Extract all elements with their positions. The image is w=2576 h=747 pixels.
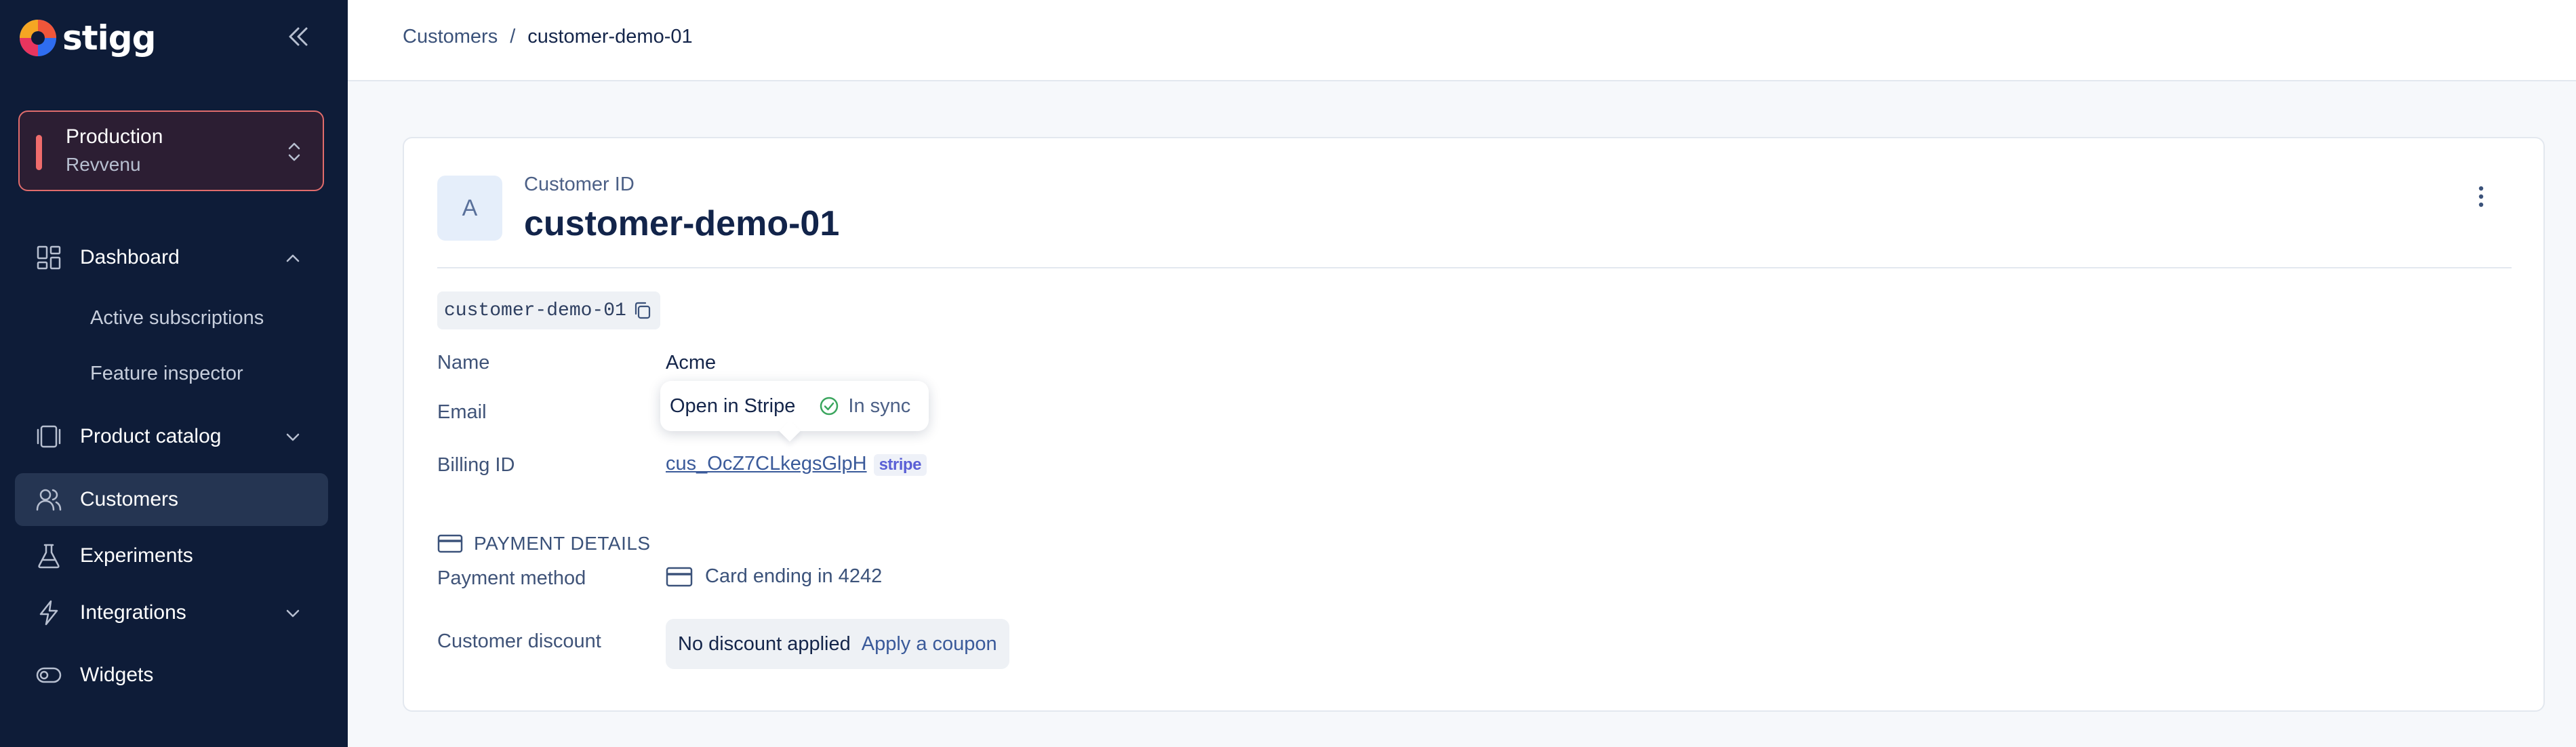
sidebar-item-label: Integrations: [80, 601, 186, 624]
sidebar-item-product-catalog[interactable]: Product catalog: [15, 410, 328, 463]
brand-logo[interactable]: stigg: [18, 18, 156, 58]
more-options-icon[interactable]: [2473, 182, 2489, 211]
sidebar-item-dashboard[interactable]: Dashboard: [15, 231, 328, 284]
customer-card: A Customer ID customer-demo-01 customer-…: [403, 137, 2545, 712]
customer-id-chip: customer-demo-01: [437, 291, 660, 329]
customer-discount-chip: No discount applied Apply a coupon: [666, 619, 1009, 669]
customers-icon: [36, 489, 62, 511]
sidebar-item-label: Dashboard: [80, 246, 180, 268]
collapse-sidebar-icon[interactable]: [283, 24, 313, 49]
sidebar-item-label: Widgets: [80, 664, 154, 686]
sync-status: In sync: [848, 395, 911, 417]
dashboard-icon: [37, 245, 61, 270]
sidebar-item-experiments[interactable]: Experiments: [15, 529, 328, 582]
billing-id-label: Billing ID: [437, 454, 515, 476]
avatar: A: [437, 176, 502, 241]
chevron-up-down-icon: [288, 142, 300, 161]
copy-icon[interactable]: [632, 300, 653, 321]
sidebar-subitem-feature-inspector[interactable]: Feature inspector: [90, 363, 243, 385]
tooltip-arrow: [779, 420, 801, 442]
breadcrumb-current: customer-demo-01: [527, 26, 693, 47]
credit-card-icon: [437, 534, 463, 553]
chevron-down-icon: [286, 433, 300, 441]
account-name: Revvenu: [66, 154, 141, 175]
payment-details-title: PAYMENT DETAILS: [474, 533, 651, 554]
customer-id-label: Customer ID: [524, 174, 635, 195]
stigg-logo-icon: [20, 20, 56, 56]
sidebar-item-label: Product catalog: [80, 425, 222, 447]
divider: [437, 267, 2512, 268]
environment-color-indicator: [36, 135, 42, 170]
open-in-stripe-link[interactable]: Open in Stripe: [670, 395, 795, 418]
catalog-icon: [37, 425, 61, 448]
environment-switcher[interactable]: Production Revvenu: [18, 110, 324, 191]
page-title: customer-demo-01: [524, 204, 840, 243]
payment-method-text: Card ending in 4242: [705, 565, 883, 587]
chevron-down-icon: [286, 609, 300, 618]
credit-card-icon: [666, 567, 693, 586]
sidebar: stigg Production Revvenu Dashboard Activ…: [0, 0, 348, 747]
lightning-icon: [39, 600, 58, 626]
chevron-up-icon: [286, 254, 300, 262]
breadcrumb-customers-link[interactable]: Customers: [403, 26, 498, 48]
environment-name: Production: [66, 125, 163, 148]
email-label: Email: [437, 401, 487, 423]
sidebar-item-label: Customers: [80, 488, 179, 510]
billing-id-value: cus_OcZ7CLkegsGlpH stripe: [666, 453, 927, 476]
toggle-icon: [36, 667, 62, 683]
sidebar-item-label: Experiments: [80, 544, 193, 567]
sidebar-item-widgets[interactable]: Widgets: [15, 649, 328, 702]
breadcrumb-separator: /: [510, 26, 516, 47]
breadcrumb: Customers / customer-demo-01: [403, 26, 693, 48]
check-circle-icon: [820, 397, 839, 416]
brand-name: stigg: [62, 18, 156, 58]
stripe-logo-icon: stripe: [873, 454, 927, 476]
flask-icon: [38, 544, 60, 569]
discount-status: No discount applied: [678, 632, 851, 655]
name-label: Name: [437, 352, 490, 374]
customer-id-chip-text: customer-demo-01: [444, 300, 626, 321]
sidebar-item-integrations[interactable]: Integrations: [15, 586, 328, 639]
payment-details-header: PAYMENT DETAILS: [437, 533, 651, 554]
sidebar-item-customers[interactable]: Customers: [15, 473, 328, 526]
billing-id-link[interactable]: cus_OcZ7CLkegsGlpH: [666, 453, 867, 475]
sidebar-subitem-active-subscriptions[interactable]: Active subscriptions: [90, 307, 264, 329]
apply-coupon-link[interactable]: Apply a coupon: [862, 633, 997, 655]
payment-method-value: Card ending in 4242: [666, 565, 882, 588]
top-bar: Customers / customer-demo-01: [348, 0, 2576, 81]
name-value: Acme: [666, 352, 717, 374]
billing-sync-tooltip: Open in Stripe In sync: [660, 381, 929, 442]
payment-method-label: Payment method: [437, 567, 586, 589]
customer-discount-label: Customer discount: [437, 630, 601, 652]
